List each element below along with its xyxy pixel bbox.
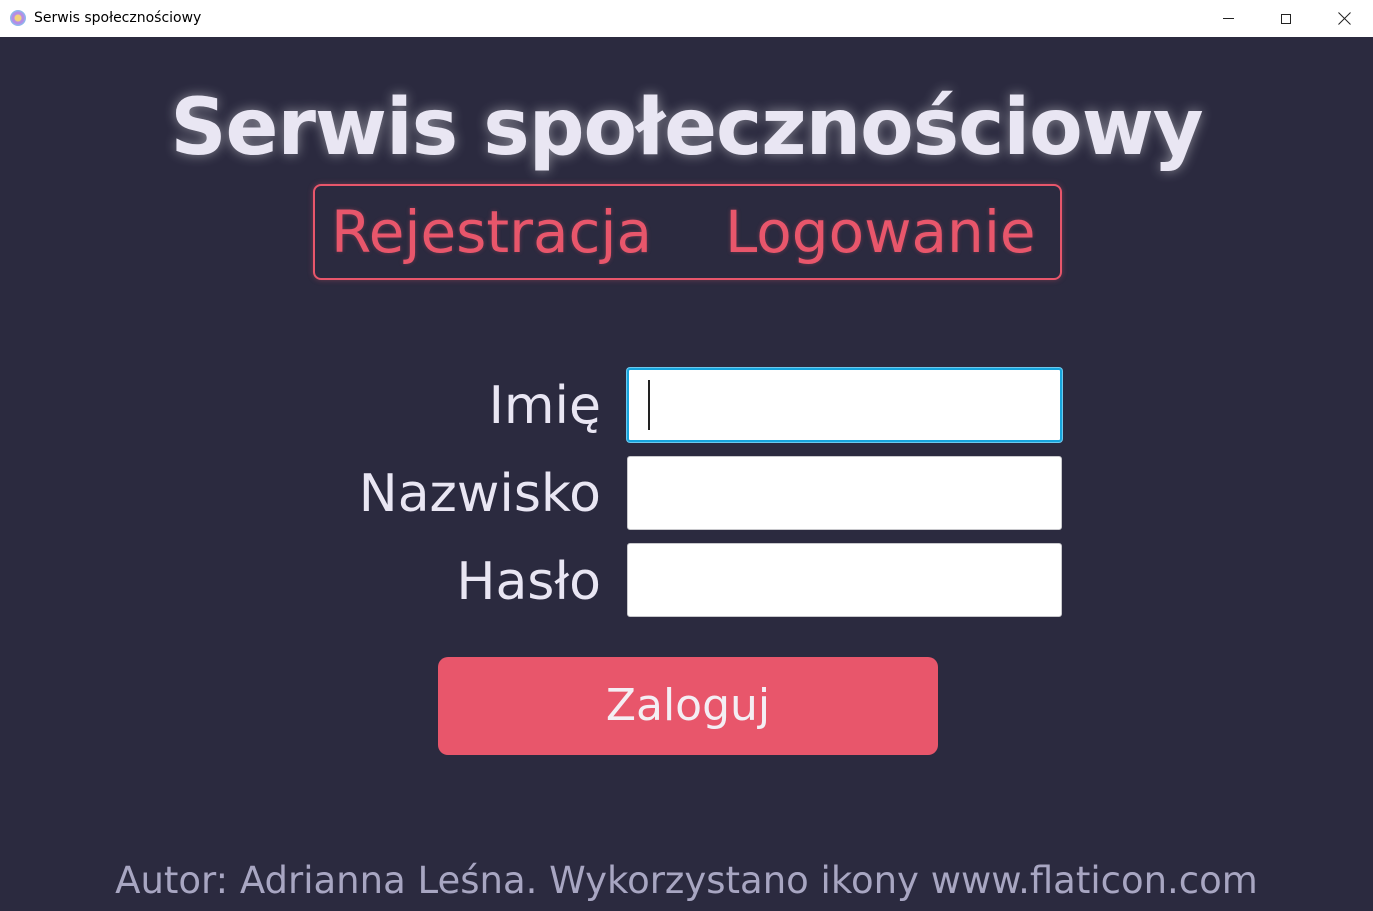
tab-login[interactable]: Logowanie: [725, 196, 1036, 268]
first-name-label: Imię: [488, 376, 601, 436]
minimize-button[interactable]: [1199, 0, 1257, 37]
last-name-label: Nazwisko: [358, 464, 601, 524]
maximize-button[interactable]: [1257, 0, 1315, 37]
page-title: Serwis społecznościowy: [170, 83, 1203, 173]
tab-register[interactable]: Rejestracja: [331, 196, 652, 268]
text-caret: [648, 380, 650, 430]
last-name-input[interactable]: [627, 456, 1062, 530]
footer-credits: Autor: Adrianna Leśna. Wykorzystano ikon…: [115, 859, 1258, 902]
maximize-icon: [1281, 13, 1291, 24]
close-icon: [1338, 12, 1351, 25]
app-icon: [10, 10, 26, 26]
password-input[interactable]: [627, 543, 1062, 617]
first-name-input[interactable]: [627, 368, 1062, 442]
password-label: Hasło: [456, 552, 601, 612]
login-button[interactable]: Zaloguj: [438, 657, 938, 755]
auth-tabs: Rejestracja Logowanie: [313, 184, 1062, 280]
close-button[interactable]: [1315, 0, 1373, 37]
app-window: Serwis społecznościowy Serwis społecznoś…: [0, 0, 1373, 911]
minimize-icon: [1222, 18, 1234, 19]
window-title: Serwis społecznościowy: [34, 10, 202, 26]
title-bar[interactable]: Serwis społecznościowy: [0, 0, 1373, 37]
